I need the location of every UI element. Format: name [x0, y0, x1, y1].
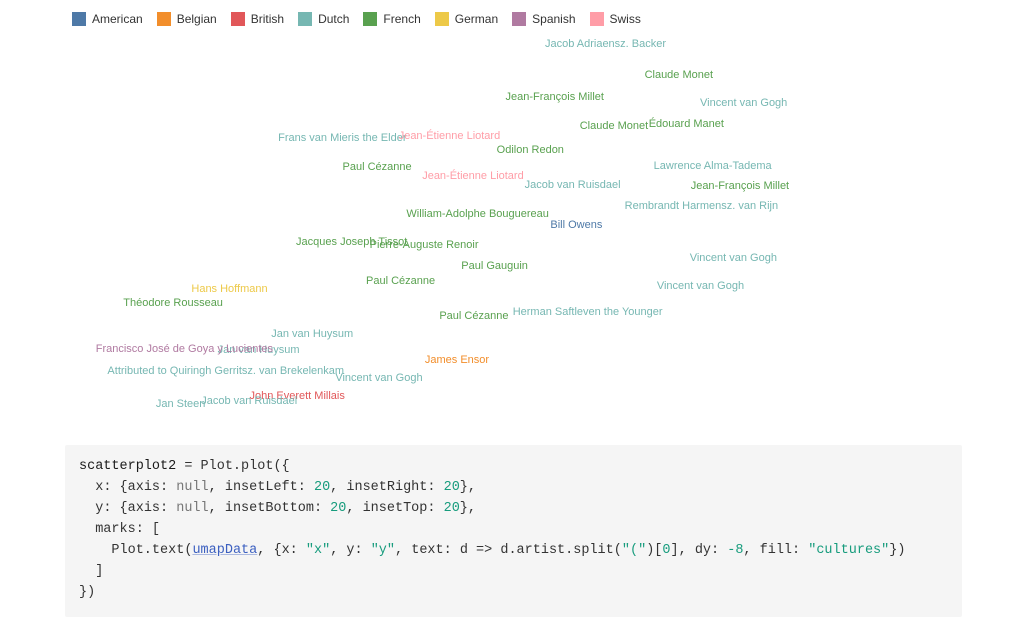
- data-point: Attributed to Quiringh Gerritsz. van Bre…: [107, 365, 344, 377]
- data-point: John Everett Millais: [249, 390, 344, 402]
- legend: American Belgian British Dutch French German S…: [0, 10, 1027, 30]
- code-var: scatterplot2: [79, 459, 176, 474]
- data-point: Jacob van Ruisdael: [525, 179, 621, 191]
- data-point: Théodore Rousseau: [123, 297, 223, 309]
- data-point: Hans Hoffmann: [191, 283, 267, 295]
- data-point: Jean-Étienne Liotard: [422, 170, 524, 182]
- legend-label: American: [92, 12, 143, 26]
- swatch-icon: [231, 12, 245, 26]
- data-point: Jean-François Millet: [506, 91, 604, 103]
- legend-label: Dutch: [318, 12, 349, 26]
- legend-item-belgian: Belgian: [157, 12, 217, 26]
- legend-label: Spanish: [532, 12, 575, 26]
- data-point: Vincent van Gogh: [657, 280, 744, 292]
- legend-label: Belgian: [177, 12, 217, 26]
- data-point: Paul Cézanne: [343, 161, 412, 173]
- legend-item-swiss: Swiss: [590, 12, 641, 26]
- data-point: Frans van Mieris the Elder: [278, 132, 406, 144]
- data-point: Lawrence Alma-Tadema: [654, 160, 772, 172]
- code-variable-umap[interactable]: umapData: [192, 543, 257, 558]
- data-point: Odilon Redon: [497, 144, 564, 156]
- data-point: Vincent van Gogh: [335, 372, 422, 384]
- data-point: Claude Monet: [580, 120, 649, 132]
- legend-item-german: German: [435, 12, 498, 26]
- code-cell[interactable]: scatterplot2 = Plot.plot({ x: {axis: nul…: [65, 445, 962, 617]
- data-point: Jacob van Ruisdael: [201, 395, 297, 407]
- data-point: Jean-Étienne Liotard: [399, 130, 501, 142]
- data-point: James Ensor: [425, 354, 489, 366]
- data-point: Rembrandt Harmensz. van Rijn: [625, 200, 778, 212]
- data-point: Jan van Huysum: [271, 328, 353, 340]
- data-point: Édouard Manet: [649, 118, 724, 130]
- swatch-icon: [157, 12, 171, 26]
- data-point: Bill Owens: [550, 219, 602, 231]
- data-point: Paul Gauguin: [461, 260, 528, 272]
- data-point: Jean-François Millet: [691, 180, 789, 192]
- swatch-icon: [363, 12, 377, 26]
- data-point: Francisco José de Goya y Lucientes: [96, 343, 273, 355]
- data-point: Jacob Adriaensz. Backer: [545, 38, 666, 50]
- swatch-icon: [72, 12, 86, 26]
- data-point: Jan van Huysum: [218, 344, 300, 356]
- swatch-icon: [590, 12, 604, 26]
- data-point: Paul Cézanne: [366, 275, 435, 287]
- legend-item-spanish: Spanish: [512, 12, 575, 26]
- legend-label: German: [455, 12, 498, 26]
- data-point: Vincent van Gogh: [700, 97, 787, 109]
- data-point: Jan Steen: [156, 398, 206, 410]
- legend-label: British: [251, 12, 284, 26]
- data-point: William-Adolphe Bouguereau: [406, 208, 548, 220]
- data-point: Paul Cézanne: [439, 310, 508, 322]
- swatch-icon: [298, 12, 312, 26]
- legend-item-british: British: [231, 12, 284, 26]
- data-point: Herman Saftleven the Younger: [513, 306, 663, 318]
- legend-item-french: French: [363, 12, 420, 26]
- legend-label: Swiss: [610, 12, 641, 26]
- legend-label: French: [383, 12, 420, 26]
- swatch-icon: [512, 12, 526, 26]
- data-point: Jacques Joseph Tissot: [296, 236, 407, 248]
- data-point: Pierre-Auguste Renoir: [370, 239, 479, 251]
- data-point: Claude Monet: [645, 69, 714, 81]
- scatter-plot: Bill Owens James Ensor John Everett Millai…: [65, 30, 1005, 425]
- legend-item-dutch: Dutch: [298, 12, 349, 26]
- swatch-icon: [435, 12, 449, 26]
- legend-item-american: American: [72, 12, 143, 26]
- data-point: Vincent van Gogh: [690, 252, 777, 264]
